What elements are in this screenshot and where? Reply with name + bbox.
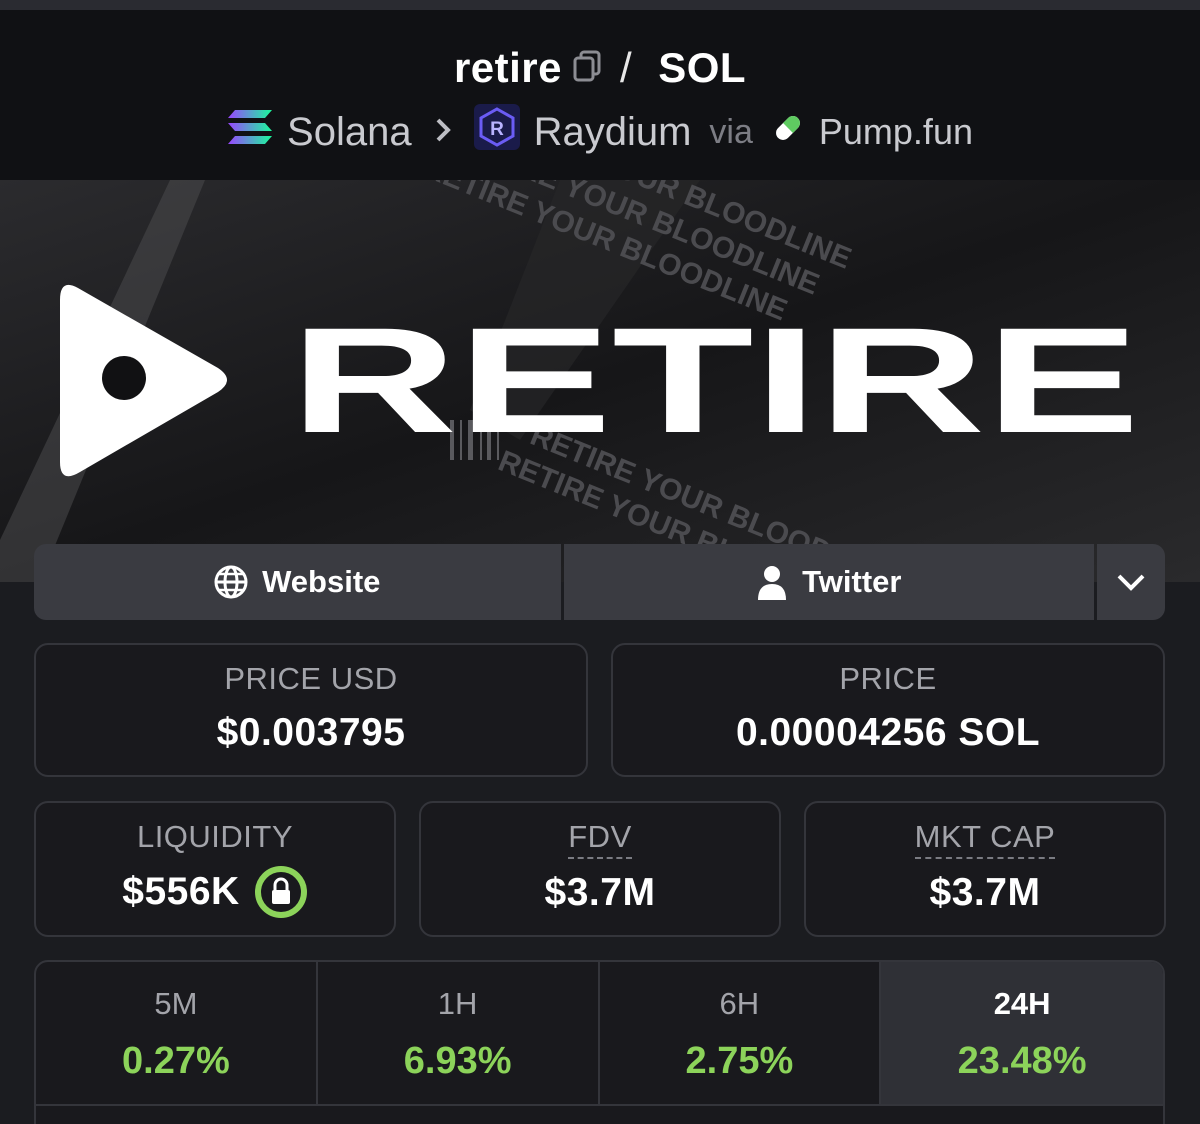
mkt-cap-value: $3.7M <box>929 871 1041 914</box>
copy-icon[interactable] <box>572 44 602 92</box>
chain-link[interactable]: Solana <box>287 110 412 155</box>
price-native-label: PRICE <box>839 661 937 696</box>
website-label: Website <box>262 564 381 599</box>
price-usd-value: $0.003795 <box>216 711 406 754</box>
twitter-label: Twitter <box>802 564 902 599</box>
tab-1h[interactable]: 1H 6.93% <box>318 962 600 1104</box>
period-label: 24H <box>993 986 1051 1021</box>
liquidity-value: $556K <box>122 870 240 913</box>
dex-link[interactable]: Raydium <box>534 110 692 155</box>
period-label: 1H <box>437 986 478 1021</box>
twitter-button[interactable]: Twitter <box>563 544 1095 620</box>
period-label: 5M <box>154 986 198 1021</box>
chevron-right-icon <box>434 113 452 152</box>
change-value: 6.93% <box>403 1040 512 1082</box>
pair-header: retire / SOL Solana R Raydium via Pump.f… <box>0 10 1200 180</box>
change-value: 0.27% <box>122 1040 230 1082</box>
liquidity-label: LIQUIDITY <box>136 819 294 854</box>
price-usd-label: PRICE USD <box>224 661 398 696</box>
chevron-down-icon <box>1116 564 1146 600</box>
pill-icon <box>771 110 805 155</box>
quote-symbol: SOL <box>658 44 747 91</box>
token-symbol: retire <box>453 44 563 91</box>
social-links: Website Twitter <box>34 544 1165 620</box>
change-value: 23.48% <box>957 1040 1087 1082</box>
tab-24h[interactable]: 24H 23.48% <box>881 962 1163 1104</box>
tab-6h[interactable]: 6H 2.75% <box>600 962 882 1104</box>
mkt-cap-label[interactable]: MKT CAP <box>914 819 1056 859</box>
more-links-button[interactable] <box>1097 544 1165 620</box>
price-native-value: 0.00004256 SOL <box>735 711 1041 754</box>
period-label: 6H <box>719 986 760 1021</box>
fdv-card: FDV $3.7M <box>419 801 781 937</box>
user-icon <box>756 564 788 600</box>
breadcrumb: Solana R Raydium via Pump.fun <box>0 104 1200 160</box>
price-usd-card: PRICE USD $0.003795 <box>34 643 588 777</box>
lock-icon[interactable] <box>254 865 308 919</box>
tab-5m[interactable]: 5M 0.27% <box>36 962 318 1104</box>
token-banner: RETIRE YOUR BLOODLINE RETIRE YOUR BLOODL… <box>0 180 1200 582</box>
pair-separator: / <box>620 44 633 91</box>
via-label: via <box>709 112 753 151</box>
pair-title: retire / SOL <box>0 44 1200 92</box>
globe-icon <box>214 565 248 599</box>
top-strip <box>0 0 1200 10</box>
launchpad-link[interactable]: Pump.fun <box>819 111 973 153</box>
solana-icon <box>227 108 273 156</box>
liquidity-card: LIQUIDITY $556K <box>34 801 396 937</box>
change-value: 2.75% <box>685 1040 794 1082</box>
fdv-label[interactable]: FDV <box>568 819 632 859</box>
price-change-tabs: 5M 0.27% 1H 6.93% 6H 2.75% 24H 23.48% <box>34 960 1165 1124</box>
banner-logo-text: RETIRE <box>290 296 1140 464</box>
price-native-card: PRICE 0.00004256 SOL <box>611 643 1165 777</box>
mkt-cap-card: MKT CAP $3.7M <box>804 801 1166 937</box>
svg-text:R: R <box>490 119 504 140</box>
fdv-value: $3.7M <box>544 871 656 914</box>
raydium-icon: R <box>473 104 520 160</box>
website-button[interactable]: Website <box>34 544 561 620</box>
